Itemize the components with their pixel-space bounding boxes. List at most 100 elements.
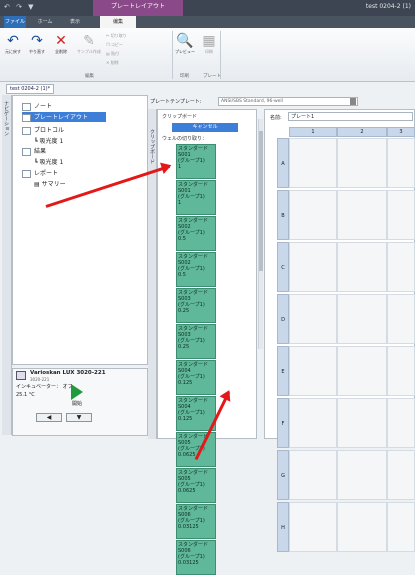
name-input[interactable]: プレート1: [288, 112, 413, 121]
tree-item-report[interactable]: レポート: [22, 168, 58, 178]
plate-col-header[interactable]: 2: [337, 127, 387, 137]
sample-card[interactable]: スタンダードS005 (グループ1) 0.0625: [176, 432, 216, 467]
pencil-icon: ✎: [83, 33, 95, 49]
tab-view[interactable]: 表示: [62, 16, 88, 28]
plate-template-label: プレートテンプレート:: [150, 99, 202, 105]
clear-all-button[interactable]: ✕ 全削除: [50, 33, 72, 55]
sample-line: 0.125: [178, 416, 193, 422]
sample-card[interactable]: スタンダードS004 (グループ1) 0.125: [176, 360, 216, 395]
plate-row-header[interactable]: B: [277, 190, 289, 240]
plate-col-header[interactable]: 3: [387, 127, 415, 137]
sample-line: 0.25: [178, 344, 190, 350]
tree-item-results[interactable]: 結果: [22, 146, 46, 156]
tree-item-protocol[interactable]: プロトコル: [22, 125, 64, 135]
tree-item-absorbance[interactable]: ┗ 吸光度 1: [34, 136, 63, 145]
clipboard-strip[interactable]: クリップボード: [148, 109, 157, 439]
plate-well[interactable]: [337, 138, 387, 188]
report-icon: [22, 169, 31, 178]
sample-line: スタンダードS005: [178, 470, 209, 482]
plate-row-header[interactable]: G: [277, 450, 289, 500]
instrument-name[interactable]: Varioskan LUX 3020-221: [30, 370, 106, 376]
dropdown-icon[interactable]: [350, 98, 356, 105]
sample-line: スタンダードS002: [178, 254, 209, 266]
delete-icon: ✕: [106, 60, 110, 65]
paste-button[interactable]: ▤ 貼付: [106, 51, 136, 57]
plate-row-header[interactable]: E: [277, 346, 289, 396]
tab-edit[interactable]: 编集: [100, 16, 136, 28]
plate-well[interactable]: [289, 190, 337, 240]
plate-well[interactable]: [387, 242, 415, 292]
plate-well[interactable]: [289, 450, 337, 500]
plate-well[interactable]: [387, 190, 415, 240]
plate-well[interactable]: [387, 450, 415, 500]
plate-well[interactable]: [289, 294, 337, 344]
plate-well[interactable]: [337, 398, 387, 448]
nav-down-button[interactable]: ▼: [66, 413, 92, 422]
plate-well[interactable]: [337, 502, 387, 552]
vertical-scrollbar[interactable]: [258, 119, 263, 349]
sample-card[interactable]: スタンダードS006 (グループ1) 0.03125: [176, 540, 216, 575]
start-button[interactable]: 開始: [62, 384, 92, 408]
plate-row-header[interactable]: H: [277, 502, 289, 552]
plate-row-header[interactable]: D: [277, 294, 289, 344]
tree-item-result-absorbance[interactable]: ┗ 吸光度 1: [34, 157, 63, 166]
tree-item-summary[interactable]: ▤ サマリー: [34, 179, 66, 188]
plate-well[interactable]: [289, 242, 337, 292]
tree-item-plate-layout[interactable]: プレートレイアウト: [22, 112, 106, 122]
sample-line: 0.0625: [178, 488, 196, 494]
title-bar: [0, 0, 415, 16]
tab-home[interactable]: ホーム: [32, 16, 58, 28]
redo-button[interactable]: ↷ やり直す: [26, 33, 48, 55]
plate-well[interactable]: [387, 138, 415, 188]
plate-well[interactable]: [387, 502, 415, 552]
navigation-strip[interactable]: ナビゲーション: [2, 95, 12, 435]
sample-card[interactable]: スタンダードS003 (グループ1) 0.25: [176, 324, 216, 359]
nav-back-button[interactable]: ◀: [36, 413, 62, 422]
sample-card[interactable]: スタンダードS001 (グループ1) 1: [176, 144, 216, 179]
plate-well[interactable]: [289, 502, 337, 552]
sample-card[interactable]: スタンダードS003 (グループ1) 0.25: [176, 288, 216, 323]
cut-button[interactable]: ✂ 切り取り: [106, 33, 136, 39]
plate-col-header[interactable]: 1: [289, 127, 337, 137]
plate-well[interactable]: [387, 346, 415, 396]
print-button[interactable]: ▦ 印刷: [198, 33, 220, 55]
sample-card[interactable]: スタンダードS005 (グループ1) 0.0625: [176, 468, 216, 503]
undo-button[interactable]: ↶ 元に戻す: [2, 33, 24, 55]
preview-button[interactable]: 🔍 プレビュー: [174, 33, 196, 55]
tree-item-notes[interactable]: ノート: [22, 101, 52, 111]
sample-card[interactable]: スタンダードS006 (グループ1) 0.03125: [176, 504, 216, 539]
sample-line: 1: [178, 200, 182, 206]
plate-well[interactable]: [337, 294, 387, 344]
sample-line: スタンダードS003: [178, 290, 209, 302]
quick-access-toolbar[interactable]: ↶ ↷ ▼: [4, 3, 36, 11]
plate-row-header[interactable]: F: [277, 398, 289, 448]
plate-well[interactable]: [337, 346, 387, 396]
plate-well[interactable]: [337, 450, 387, 500]
plate-well[interactable]: [289, 346, 337, 396]
scrollbar-thumb[interactable]: [259, 131, 263, 271]
preview-icon: 🔍: [176, 33, 194, 49]
plate-well[interactable]: [337, 242, 387, 292]
plate-row-header[interactable]: C: [277, 242, 289, 292]
protocol-icon: [22, 126, 31, 135]
clipboard-hint: ウェルの切り取り：: [162, 136, 208, 142]
sample-line: 1: [178, 164, 182, 170]
plate-well[interactable]: [337, 190, 387, 240]
tab-file[interactable]: ファイル: [4, 16, 26, 28]
copy-button[interactable]: ❐ コピー: [106, 42, 136, 48]
plate-row-header[interactable]: A: [277, 138, 289, 188]
plate-template-select[interactable]: ANSI/SBS Standard, 96-well: [218, 97, 358, 106]
create-sample-button[interactable]: ✎ サンプル作成: [74, 33, 104, 55]
cancel-button[interactable]: キャンセル: [172, 123, 238, 132]
document-tab[interactable]: test 0204-2 (1)* ×: [6, 84, 54, 101]
plate-well[interactable]: [289, 138, 337, 188]
plate-well[interactable]: [387, 294, 415, 344]
plate-well[interactable]: [289, 398, 337, 448]
sample-card[interactable]: スタンダードS002 (グループ1) 0.5: [176, 252, 216, 287]
sample-card[interactable]: スタンダードS002 (グループ1) 0.5: [176, 216, 216, 251]
group-label-edit: 編集: [85, 74, 94, 79]
delete-button[interactable]: ✕ 削除: [106, 60, 136, 66]
results-icon: [22, 147, 31, 156]
plate-well[interactable]: [387, 398, 415, 448]
sample-card[interactable]: スタンダードS001 (グループ1) 1: [176, 180, 216, 215]
